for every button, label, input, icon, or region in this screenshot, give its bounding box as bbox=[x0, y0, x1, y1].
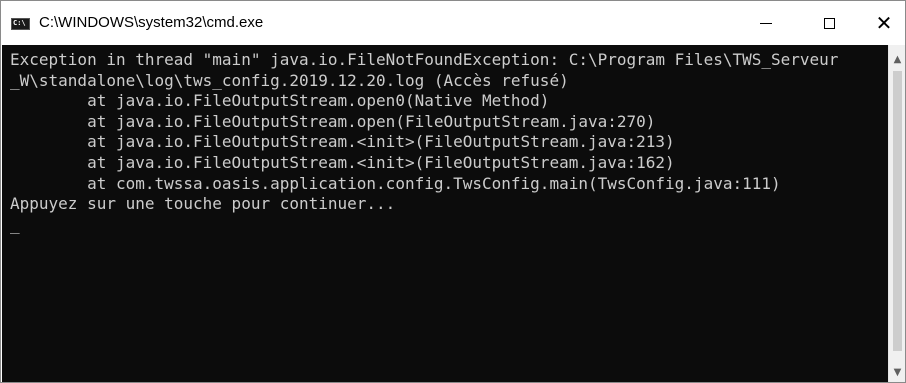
close-button[interactable]: ✕ bbox=[861, 1, 905, 45]
console-line: at com.twssa.oasis.application.config.Tw… bbox=[10, 173, 781, 193]
scroll-up-arrow-icon[interactable]: ▲ bbox=[889, 51, 905, 68]
console-text: Exception in thread "main" java.io.FileN… bbox=[2, 45, 888, 235]
close-icon: ✕ bbox=[875, 11, 893, 35]
console-line: _W\standalone\log\tws_config.2019.12.20.… bbox=[10, 70, 569, 90]
app-icon-text: C:\ bbox=[13, 19, 26, 27]
text-cursor: _ bbox=[10, 214, 20, 234]
console-output[interactable]: Exception in thread "main" java.io.FileN… bbox=[2, 45, 888, 382]
cmd-window: C:\ C:\WINDOWS\system32\cmd.exe ✕ Except… bbox=[0, 0, 906, 383]
console-line: at java.io.FileOutputStream.open0(Native… bbox=[10, 91, 550, 111]
scroll-down-arrow-icon[interactable]: ▼ bbox=[889, 364, 905, 381]
console-line: at java.io.FileOutputStream.<init>(FileO… bbox=[10, 132, 675, 152]
window-title: C:\WINDOWS\system32\cmd.exe bbox=[39, 14, 264, 31]
console-line: Appuyez sur une touche pour continuer... bbox=[10, 194, 396, 214]
title-bar[interactable]: C:\ C:\WINDOWS\system32\cmd.exe ✕ bbox=[1, 1, 905, 45]
cmd-app-icon[interactable]: C:\ bbox=[11, 18, 30, 30]
maximize-button[interactable] bbox=[806, 1, 852, 45]
console-line: at java.io.FileOutputStream.<init>(FileO… bbox=[10, 152, 675, 172]
console-line: at java.io.FileOutputStream.open(FileOut… bbox=[10, 111, 656, 131]
maximize-icon bbox=[823, 17, 835, 29]
console-line: Exception in thread "main" java.io.FileN… bbox=[10, 50, 839, 69]
minimize-icon bbox=[760, 22, 772, 24]
scroll-thumb[interactable] bbox=[893, 71, 902, 351]
vertical-scrollbar[interactable]: ▲ ▼ bbox=[888, 45, 905, 382]
minimize-button[interactable] bbox=[743, 1, 789, 45]
